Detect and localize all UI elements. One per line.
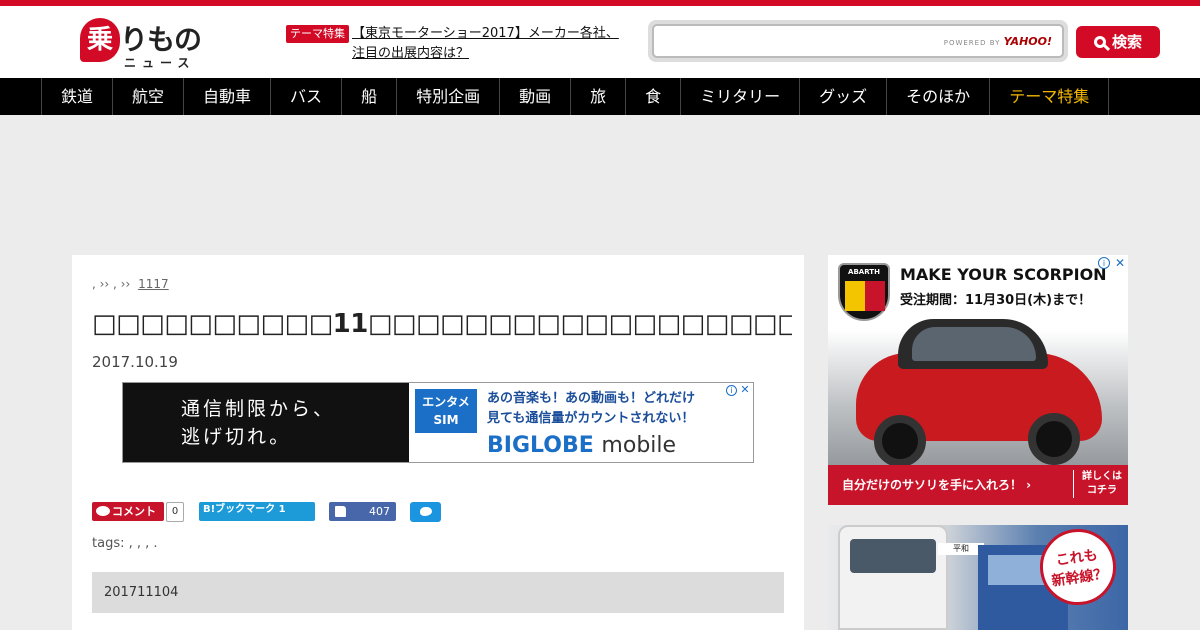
ad-sim-badge: エンタメ SIM <box>415 389 477 433</box>
ad-left-panel: 通信制限から、 逃げ切れ。 <box>123 383 409 462</box>
powered-by-yahoo: POWERED BY YAHOO! <box>944 35 1052 48</box>
hatena-bookmark-button[interactable]: B!ブックマーク 1 <box>199 502 315 521</box>
ad-copy-line1: あの音楽も！あの動画も！どれだけ <box>487 391 696 406</box>
search-icon <box>1093 36 1106 48</box>
logo-sub-text: ニュース <box>124 56 196 70</box>
ad-copy-line2: 見ても通信量がカウントされない！ <box>487 411 695 426</box>
comment-label: コメント <box>112 505 156 518</box>
theme-feature-link[interactable]: 【東京モーターショー2017】メーカー各社、注目の出展内容は？ <box>352 24 622 64</box>
search-button[interactable]: 検索 <box>1076 26 1160 58</box>
ad-brand: BIGLOBE mobile <box>487 433 676 458</box>
article-card: , ›› , ›› 1117 □□□□□□□□□□11□□□□□□□□□□□□□… <box>72 255 804 630</box>
tram-window <box>850 539 936 573</box>
logo-badge: 乗 <box>80 18 120 62</box>
abarth-ad[interactable]: ABARTH MAKE YOUR SCORPION 受注期間：11月30日(木)… <box>828 255 1128 505</box>
nav-item-car[interactable]: 自動車 <box>184 78 272 115</box>
abarth-logo-text: ABARTH <box>848 268 880 276</box>
ad-more-line2: コチラ <box>1087 485 1117 496</box>
nav-item-goods[interactable]: グッズ <box>800 78 888 115</box>
nav-item-bus[interactable]: バス <box>271 78 343 115</box>
breadcrumb-link[interactable]: 1117 <box>138 277 240 291</box>
ad-info-icon[interactable]: i <box>726 385 737 396</box>
nav-item-military[interactable]: ミリタリー <box>681 78 801 115</box>
main-nav: 鉄道 航空 自動車 バス 船 特別企画 動画 旅 食 ミリタリー グッズ そのほ… <box>0 78 1200 115</box>
ad-period: 受注期間：11月30日(木)まで！ <box>900 293 1092 308</box>
powered-prefix: POWERED BY <box>943 39 1001 47</box>
nav-item-special[interactable]: 特別企画 <box>397 78 501 115</box>
car-wheel <box>1028 413 1080 465</box>
ad-close-icon[interactable]: ✕ <box>1115 256 1125 270</box>
article-tags: tags: , , , . <box>92 536 158 551</box>
facebook-like-button[interactable]: 407 <box>329 502 396 521</box>
ad-info-icon[interactable]: i <box>1098 257 1110 269</box>
search-box: POWERED BY YAHOO! <box>648 20 1068 62</box>
car-window <box>912 327 1036 361</box>
nav-item-travel[interactable]: 旅 <box>571 78 627 115</box>
search-input[interactable]: POWERED BY YAHOO! <box>652 24 1064 58</box>
ad-more-line1: 詳しくは <box>1082 471 1122 482</box>
ad-more-link[interactable]: 詳しくは コチラ <box>1073 470 1122 498</box>
article-lead-box: 201711104 <box>92 572 784 613</box>
article-date: 2017.10.19 <box>92 353 178 371</box>
nav-item-theme[interactable]: テーマ特集 <box>990 78 1110 115</box>
car-wheel <box>874 415 926 467</box>
nav-item-aviation[interactable]: 航空 <box>113 78 185 115</box>
ad-cta-bar[interactable]: 自分だけのサソリを手に入れろ！ › 詳しくはコチラ <box>828 465 1128 505</box>
nav-item-food[interactable]: 食 <box>626 78 682 115</box>
tram-promo[interactable]: 平和 これも 新幹線？ <box>828 525 1128 630</box>
yahoo-logo: YAHOO! <box>1003 35 1052 48</box>
speech-bubble-icon <box>96 506 110 516</box>
abarth-logo: ABARTH <box>838 263 890 321</box>
ad-cta-text: 自分だけのサソリを手に入れろ！ › <box>842 478 1032 492</box>
thumbs-up-icon <box>335 506 346 517</box>
twitter-bird-icon <box>420 507 432 516</box>
nav-item-video[interactable]: 動画 <box>500 78 572 115</box>
ad-brand-sub: mobile <box>601 433 677 458</box>
ad-headline: MAKE YOUR SCORPION <box>900 265 1107 284</box>
ad-left-line1: 通信制限から、 <box>181 398 336 420</box>
site-logo[interactable]: 乗 りもの ニュース <box>80 18 212 70</box>
logo-main-text: りもの <box>120 23 202 56</box>
article-title: □□□□□□□□□□11□□□□□□□□□□□□□□□□□□□□□□□□17□□ <box>92 309 792 339</box>
nav-item-ship[interactable]: 船 <box>342 78 398 115</box>
comment-button[interactable]: コメント <box>92 502 164 521</box>
ad-sim-line2: SIM <box>433 413 459 427</box>
ad-close-icon[interactable]: ✕ <box>739 384 751 396</box>
facebook-like-count: 407 <box>369 505 390 518</box>
twitter-share-button[interactable] <box>410 502 441 522</box>
ad-brand-main: BIGLOBE <box>487 433 594 458</box>
search-button-label: 検索 <box>1111 33 1142 51</box>
site-header: 乗 りもの ニュース テーマ特集 【東京モーターショー2017】メーカー各社、注… <box>0 6 1200 78</box>
ad-copy: あの音楽も！あの動画も！どれだけ 見ても通信量がカウントされない！ <box>487 389 695 429</box>
theme-tag-badge: テーマ特集 <box>286 25 349 43</box>
comment-count: 0 <box>166 502 184 522</box>
ad-sim-line1: エンタメ <box>422 395 470 409</box>
breadcrumb: , ›› , ›› 1117 <box>92 277 240 291</box>
biglobe-ad-banner[interactable]: 通信制限から、 逃げ切れ。 エンタメ SIM あの音楽も！あの動画も！どれだけ … <box>122 382 754 463</box>
nav-item-other[interactable]: そのほか <box>887 78 991 115</box>
nav-item-railway[interactable]: 鉄道 <box>42 78 114 115</box>
ad-left-line2: 逃げ切れ。 <box>181 426 292 448</box>
share-buttons: コメント 0 B!ブックマーク 1 407 <box>92 501 492 523</box>
breadcrumb-separators: , ›› , ›› <box>92 277 131 291</box>
